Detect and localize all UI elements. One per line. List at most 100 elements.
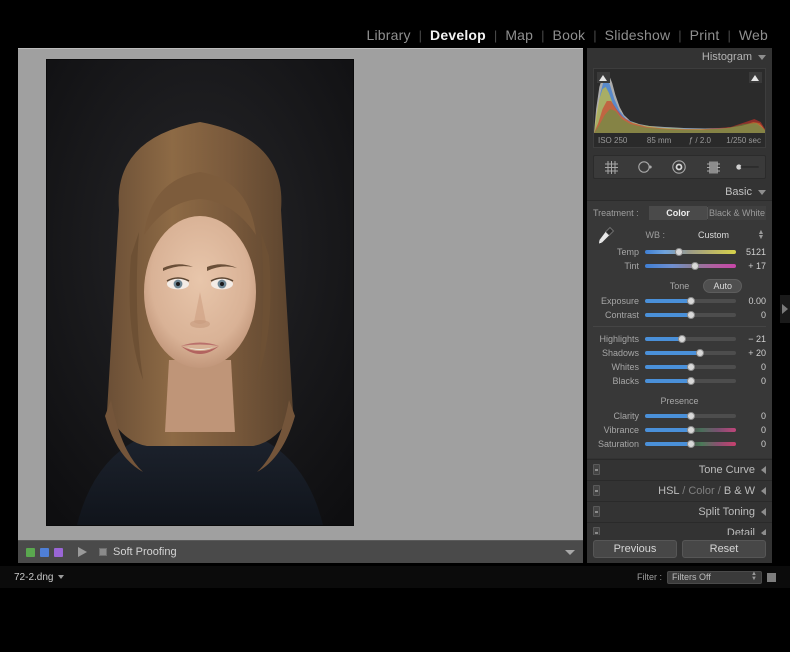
slider-value[interactable]: + 17 (736, 261, 766, 271)
photo-preview[interactable] (47, 60, 353, 525)
slider-track[interactable] (645, 365, 736, 369)
slider-value[interactable]: 0.00 (736, 296, 766, 306)
slider-value[interactable]: 0 (736, 310, 766, 320)
slider-track[interactable] (645, 337, 736, 341)
histogram[interactable]: ISO 250 85 mm ƒ / 2.0 1/250 sec (593, 68, 766, 148)
slider-thumb[interactable] (687, 412, 695, 420)
toolbar-chevron-down-icon[interactable] (565, 550, 575, 555)
slider-clarity[interactable]: Clarity 0 (593, 409, 766, 422)
slider-value[interactable]: 0 (736, 439, 766, 449)
chevron-left-icon[interactable] (761, 466, 766, 474)
panel-title-bw[interactable]: B & W (724, 485, 755, 497)
slider-thumb[interactable] (687, 297, 695, 305)
slider-shadows[interactable]: Shadows + 20 (593, 346, 766, 359)
color-swatch-blue[interactable] (40, 548, 49, 557)
treatment-color-button[interactable]: Color (649, 206, 707, 220)
develop-toolbar[interactable]: Soft Proofing (18, 540, 583, 563)
presence-section-title: Presence (660, 396, 698, 406)
module-develop[interactable]: Develop (422, 27, 494, 43)
panel-title-hsl[interactable]: HSL (658, 485, 679, 497)
slider-thumb[interactable] (687, 311, 695, 319)
filter-dropdown[interactable]: Filters Off ▲▼ (667, 571, 762, 584)
panel-hsl-color-bw[interactable]: HSL / Color / B & W (587, 480, 772, 500)
slider-thumb[interactable] (687, 426, 695, 434)
panel-split-toning[interactable]: Split Toning (587, 501, 772, 521)
chevron-left-icon[interactable] (761, 508, 766, 516)
slider-whites[interactable]: Whites 0 (593, 360, 766, 373)
panel-switch-icon[interactable] (593, 485, 600, 496)
slider-thumb[interactable] (687, 363, 695, 371)
slider-saturation[interactable]: Saturation 0 (593, 437, 766, 450)
filter-toggle-swatch[interactable] (767, 573, 776, 582)
auto-tone-button[interactable]: Auto (703, 279, 742, 293)
basic-panel-header[interactable]: Basic (587, 184, 772, 201)
slider-track[interactable] (645, 250, 736, 254)
slider-track[interactable] (645, 264, 736, 268)
slider-track[interactable] (645, 442, 736, 446)
slider-track[interactable] (645, 313, 736, 317)
slider-highlights[interactable]: Highlights − 21 (593, 332, 766, 345)
slider-track[interactable] (645, 351, 736, 355)
chevron-down-icon[interactable] (758, 190, 766, 195)
spot-removal-tool[interactable] (633, 158, 657, 176)
red-eye-correction-tool[interactable] (667, 158, 691, 176)
module-book[interactable]: Book (545, 27, 594, 43)
reset-button[interactable]: Reset (682, 540, 766, 558)
treatment-black-and-white-button[interactable]: Black & White (708, 206, 766, 220)
slider-exposure[interactable]: Exposure 0.00 (593, 294, 766, 307)
chevron-left-icon[interactable] (761, 487, 766, 495)
exif-info: ISO 250 85 mm ƒ / 2.0 1/250 sec (594, 133, 765, 147)
panel-title-color[interactable]: Color (688, 485, 714, 497)
adjustment-brush-tool[interactable] (736, 158, 760, 176)
color-swatch-green[interactable] (26, 548, 35, 557)
filter-stepper-icon[interactable]: ▲▼ (751, 572, 757, 582)
highlight-clipping-indicator[interactable] (749, 72, 762, 83)
chevron-down-icon[interactable] (758, 55, 766, 60)
white-balance-selector-icon[interactable] (593, 225, 619, 245)
shadow-clipping-indicator[interactable] (597, 72, 610, 83)
module-library[interactable]: Library (358, 27, 418, 43)
play-icon[interactable] (78, 547, 87, 557)
slider-contrast[interactable]: Contrast 0 (593, 308, 766, 321)
slider-thumb[interactable] (678, 335, 686, 343)
panel-switch-icon[interactable] (593, 464, 600, 475)
slider-value[interactable]: 0 (736, 425, 766, 435)
slider-blacks[interactable]: Blacks 0 (593, 374, 766, 387)
slider-track[interactable] (645, 428, 736, 432)
slider-value[interactable]: 0 (736, 411, 766, 421)
current-filename[interactable]: 72-2.dng (14, 572, 53, 583)
image-canvas[interactable] (18, 48, 583, 540)
module-slideshow[interactable]: Slideshow (597, 27, 679, 43)
slider-value[interactable]: + 20 (736, 348, 766, 358)
crop-overlay-tool[interactable] (599, 158, 623, 176)
module-web[interactable]: Web (731, 27, 776, 43)
slider-tint[interactable]: Tint + 17 (593, 259, 766, 272)
slider-track[interactable] (645, 414, 736, 418)
slider-thumb[interactable] (691, 262, 699, 270)
slider-value[interactable]: − 21 (736, 334, 766, 344)
white-balance-stepper-icon[interactable]: ▲▼ (756, 230, 766, 240)
panel-tone-curve[interactable]: Tone Curve (587, 459, 772, 479)
filename-chevron-down-icon[interactable] (58, 575, 64, 579)
slider-track[interactable] (645, 379, 736, 383)
show-right-panel-arrow-icon[interactable] (780, 295, 790, 323)
slider-value[interactable]: 0 (736, 362, 766, 372)
slider-track[interactable] (645, 299, 736, 303)
white-balance-value[interactable]: Custom (671, 230, 756, 240)
slider-thumb[interactable] (675, 248, 683, 256)
color-swatch-purple[interactable] (54, 548, 63, 557)
slider-value[interactable]: 5121 (736, 247, 766, 257)
graduated-filter-tool[interactable] (702, 158, 726, 176)
slider-thumb[interactable] (687, 377, 695, 385)
histogram-panel-header[interactable]: Histogram (587, 48, 772, 66)
module-print[interactable]: Print (682, 27, 728, 43)
slider-thumb[interactable] (696, 349, 704, 357)
module-map[interactable]: Map (497, 27, 541, 43)
slider-thumb[interactable] (687, 440, 695, 448)
soft-proofing-checkbox[interactable] (99, 548, 107, 556)
slider-temp[interactable]: Temp 5121 (593, 245, 766, 258)
slider-vibrance[interactable]: Vibrance 0 (593, 423, 766, 436)
slider-value[interactable]: 0 (736, 376, 766, 386)
previous-button[interactable]: Previous (593, 540, 677, 558)
panel-switch-icon[interactable] (593, 506, 600, 517)
